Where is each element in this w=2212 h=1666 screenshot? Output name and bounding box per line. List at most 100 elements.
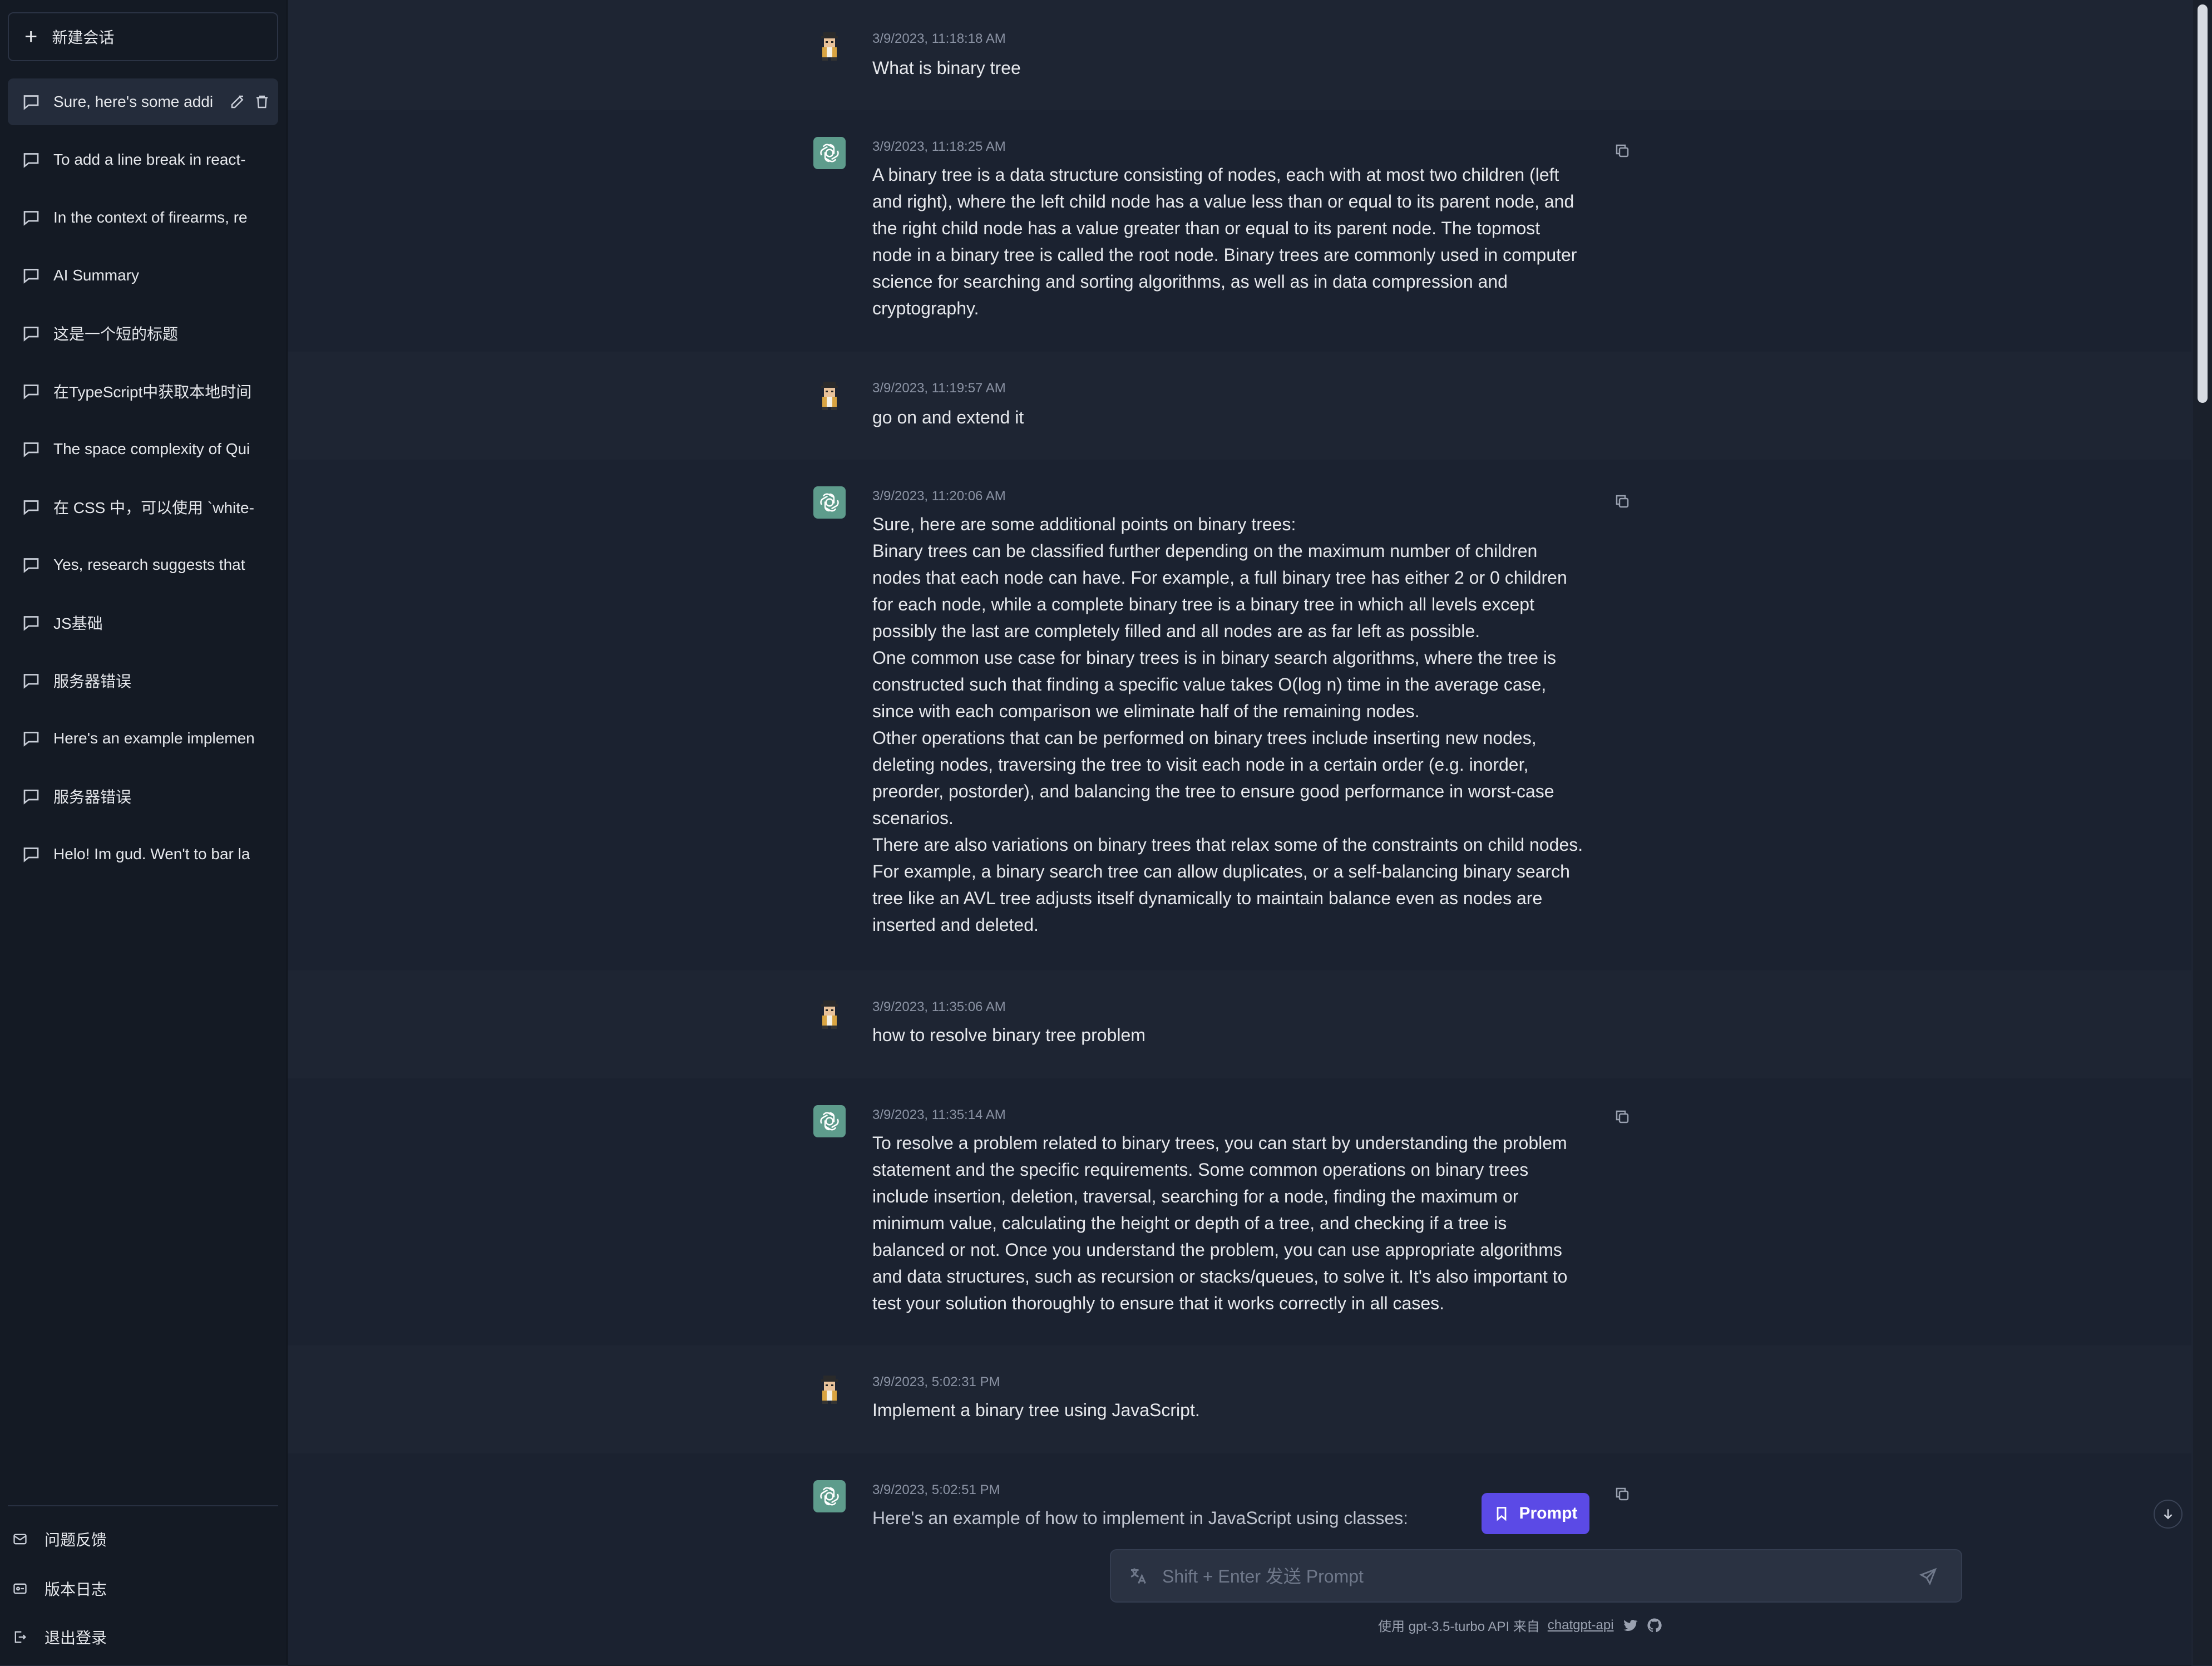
scrollbar-thumb[interactable] — [2198, 4, 2208, 403]
sidebar-conversation-item[interactable]: 服务器错误 — [8, 657, 278, 704]
user-avatar — [813, 1372, 846, 1404]
message-timestamp: 3/9/2023, 11:35:06 AM — [872, 999, 1006, 1014]
prompt-input[interactable] — [1161, 1550, 1887, 1603]
arrow-down-icon — [2164, 1509, 2172, 1520]
chat-bubble-icon — [23, 732, 39, 747]
chat-bubble-icon — [23, 211, 39, 226]
chat-bubble-icon — [23, 442, 39, 457]
scroll-to-bottom-button[interactable] — [2154, 1500, 2183, 1529]
conversation-label: The space complexity of Qui — [53, 440, 250, 457]
bookmark-icon — [1497, 1507, 1506, 1521]
message-text: A binary tree is a data structure consis… — [872, 165, 1577, 318]
changelog-link[interactable]: 版本日志 — [12, 1572, 107, 1605]
chat-bubble-icon — [23, 327, 39, 342]
chat-bubble-icon — [23, 95, 39, 110]
sidebar-conversation-item[interactable]: Helo! Im gud. Wen't to bar la — [8, 831, 278, 878]
openai-logo-icon — [820, 144, 839, 162]
message-timestamp: 3/9/2023, 11:19:57 AM — [872, 381, 1006, 396]
prompt-button[interactable]: Prompt — [1482, 1493, 1589, 1534]
logout-label: 退出登录 — [45, 1629, 107, 1647]
feedback-label: 问题反馈 — [45, 1531, 107, 1549]
sidebar-conversation-item[interactable]: In the context of firearms, re — [8, 194, 278, 241]
assistant-avatar — [813, 486, 846, 519]
conversation-label: AI Summary — [53, 267, 140, 284]
message-text: What is binary tree — [872, 58, 1021, 78]
edit-icon[interactable] — [229, 93, 246, 110]
sidebar-conversation-item[interactable]: JS基础 — [8, 599, 278, 646]
sidebar-conversation-item[interactable]: To add a line break in react- — [8, 136, 278, 183]
message-text: Sure, here are some additional points on… — [872, 514, 1583, 935]
chat-bubble-icon — [23, 269, 39, 284]
message-text: go on and extend it — [872, 407, 1024, 427]
user-avatar — [813, 29, 846, 61]
user-avatar — [813, 997, 846, 1029]
new-chat-label: 新建会话 — [52, 29, 115, 46]
changelog-icon — [13, 1583, 27, 1594]
openai-logo-icon — [820, 1487, 839, 1506]
chat-bubble-icon — [23, 500, 39, 515]
sidebar-conversation-item[interactable]: Yes, research suggests that — [8, 541, 278, 588]
message-timestamp: 3/9/2023, 11:20:06 AM — [872, 489, 1006, 504]
chat-bubble-icon — [23, 616, 39, 631]
sidebar-conversation-item[interactable]: 在TypeScript中获取本地时间 — [8, 368, 278, 415]
conversation-label: 在TypeScript中获取本地时间 — [53, 383, 252, 401]
message-text: To resolve a problem related to binary t… — [872, 1133, 1568, 1313]
message-timestamp: 3/9/2023, 11:35:14 AM — [872, 1107, 1006, 1122]
copy-icon[interactable] — [1614, 1486, 1631, 1502]
changelog-label: 版本日志 — [45, 1581, 107, 1598]
twitter-icon[interactable] — [1622, 1617, 1638, 1634]
sidebar-conversation-item[interactable]: 服务器错误 — [8, 773, 278, 820]
sidebar-divider — [8, 1505, 278, 1506]
chat-bubble-icon — [23, 847, 39, 862]
chat-bubble-icon — [23, 558, 39, 573]
user-avatar — [813, 378, 846, 411]
translate-icon — [1130, 1568, 1146, 1584]
new-chat-button[interactable]: + 新建会话 — [8, 12, 278, 61]
send-icon[interactable] — [1919, 1567, 1938, 1586]
logout-link[interactable]: 退出登录 — [12, 1620, 107, 1654]
plus-icon: + — [24, 24, 38, 49]
message-timestamp: 3/9/2023, 5:02:51 PM — [872, 1482, 1000, 1497]
logout-icon — [14, 1631, 26, 1643]
chat-bubble-icon — [23, 385, 39, 400]
conversation-label: 在 CSS 中，可以使用 `white- — [53, 499, 254, 516]
openai-logo-icon — [820, 1112, 839, 1131]
sidebar-conversation-item[interactable]: 在 CSS 中，可以使用 `white- — [8, 484, 278, 530]
copy-icon[interactable] — [1614, 493, 1631, 510]
chatgpt-api-link[interactable]: chatgpt-api — [1548, 1618, 1614, 1633]
sidebar-conversation-item[interactable]: 这是一个短的标题 — [8, 310, 278, 357]
conversation-label: Yes, research suggests that — [53, 556, 245, 573]
sidebar-conversation-item[interactable]: Sure, here's some addi — [8, 78, 278, 125]
assistant-avatar — [813, 137, 846, 169]
conversation-label: Sure, here's some addi — [53, 93, 214, 110]
sidebar-conversation-item[interactable]: The space complexity of Qui — [8, 426, 278, 472]
conversation-label: In the context of firearms, re — [53, 209, 248, 226]
sidebar: + 新建会话 Sure, here's some addi To add a li… — [0, 0, 288, 1665]
assistant-avatar — [813, 1105, 846, 1137]
conversation-label: Here's an example implemen — [53, 730, 254, 747]
conversation-label: 服务器错误 — [53, 673, 132, 690]
footer-prefix: 使用 gpt-3.5-turbo API 来自 — [1378, 1619, 1540, 1634]
chat-bubble-icon — [23, 790, 39, 805]
mail-icon — [13, 1534, 27, 1545]
message-text: Implement a binary tree using JavaScript… — [872, 1400, 1200, 1420]
copy-icon[interactable] — [1614, 142, 1631, 159]
sidebar-conversation-item[interactable]: Here's an example implemen — [8, 715, 278, 762]
feedback-link[interactable]: 问题反馈 — [12, 1522, 107, 1556]
conversation-actions — [229, 93, 270, 110]
chat-bubble-icon — [23, 674, 39, 689]
conversation-label: 服务器错误 — [53, 788, 132, 806]
message-timestamp: 3/9/2023, 11:18:25 AM — [872, 139, 1006, 154]
conversation-label: JS基础 — [53, 615, 103, 632]
message-text: how to resolve binary tree problem — [872, 1025, 1146, 1045]
copy-icon[interactable] — [1614, 1108, 1631, 1125]
github-icon[interactable] — [1646, 1617, 1663, 1634]
delete-icon[interactable] — [254, 93, 270, 110]
chat-bubble-icon — [23, 153, 39, 168]
conversation-label: To add a line break in react- — [53, 151, 246, 168]
prompt-button-label: Prompt — [1519, 1504, 1578, 1522]
openai-logo-icon — [820, 493, 839, 512]
sidebar-conversation-item[interactable]: AI Summary — [8, 252, 278, 299]
conversation-label: 这是一个短的标题 — [53, 326, 179, 343]
assistant-avatar — [813, 1480, 846, 1512]
